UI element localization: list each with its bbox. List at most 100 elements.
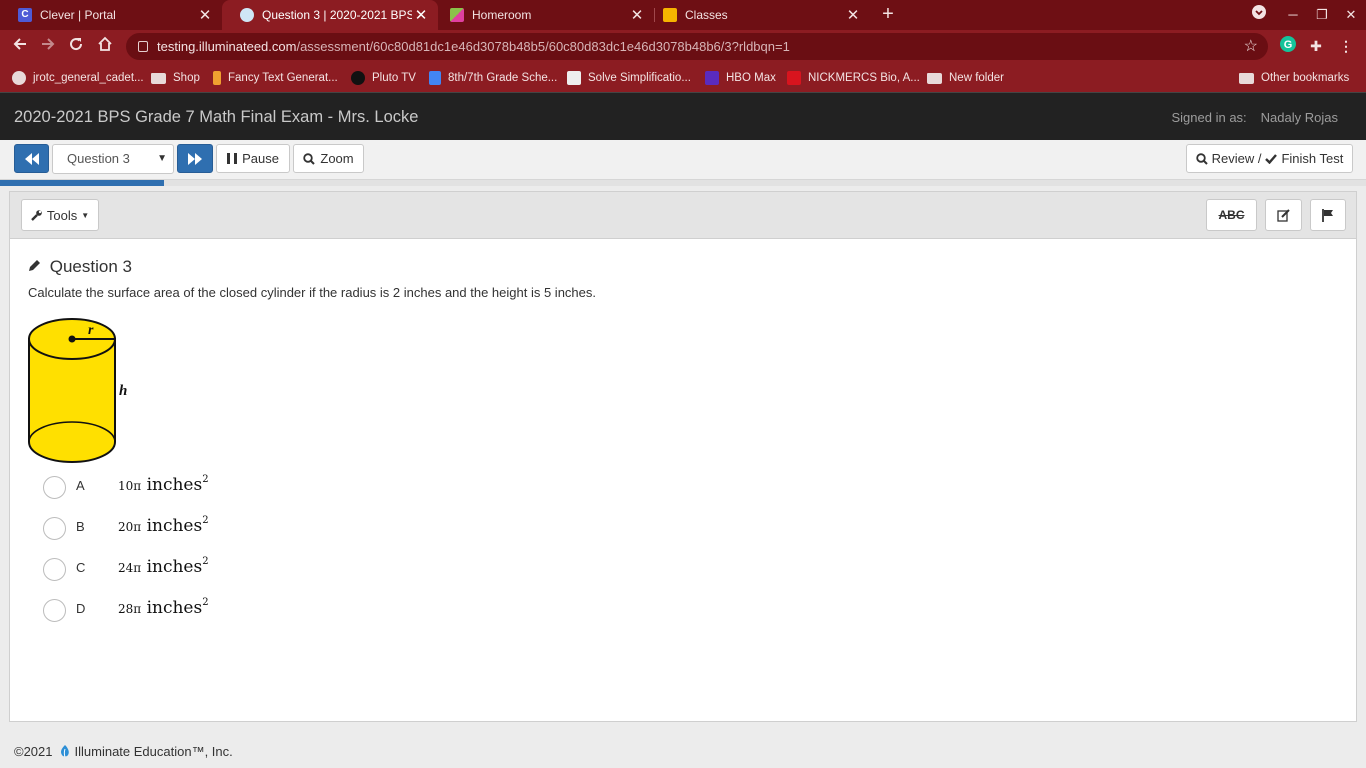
choice-coefficient: 28π [118, 602, 142, 616]
question-panel: Tools ▼ ABC Question 3 Calculate the sur… [9, 191, 1357, 722]
bookmark-label: New folder [949, 72, 1004, 84]
minimize-icon[interactable]: ─ [1278, 0, 1308, 30]
test-progress-bar [0, 180, 1366, 186]
bookmark-label: Shop [173, 72, 200, 84]
bookmark-jrotc[interactable]: jrotc_general_cadet... [12, 68, 144, 88]
browser-menu-icon[interactable]: ⋮ [1336, 36, 1356, 56]
flag-button[interactable] [1310, 199, 1346, 231]
bookmark-label: Solve Simplificatio... [588, 72, 691, 84]
caret-down-icon: ▼ [81, 210, 90, 220]
zoom-button[interactable]: Zoom [293, 144, 364, 173]
tab-title: Homeroom [472, 8, 532, 22]
bookmark-solve[interactable]: Solve Simplificatio... [567, 68, 691, 88]
cylinder-diagram: r h [28, 318, 127, 463]
url-host: testing.illuminateed.com [157, 39, 297, 54]
radius-label: r [88, 323, 94, 338]
folder-icon [151, 72, 166, 84]
radio-button[interactable] [43, 516, 66, 540]
pause-icon [227, 153, 238, 164]
notes-button[interactable] [1265, 199, 1302, 231]
bookmark-label: Fancy Text Generat... [228, 72, 338, 84]
other-bookmarks[interactable]: Other bookmarks [1239, 68, 1349, 88]
finish-label: Finish Test [1281, 151, 1344, 166]
extensions-puzzle-icon[interactable]: ✚ [1306, 36, 1326, 56]
answer-choice-b[interactable]: B 20π inches2 [43, 514, 209, 542]
bookmark-fancy-text[interactable]: Fancy Text Generat... [213, 68, 338, 88]
bookmark-star-icon[interactable]: ☆ [1244, 33, 1258, 60]
pluto-tv-icon [351, 71, 365, 85]
radio-button[interactable] [43, 557, 66, 581]
bookmark-label: jrotc_general_cadet... [33, 72, 144, 84]
flag-icon [1322, 208, 1333, 222]
answer-choice-a[interactable]: A 10π inches2 [43, 473, 209, 501]
review-finish-button[interactable]: Review / Finish Test [1186, 144, 1353, 173]
copyright-notice: ©2021 Illuminate Education™, Inc. [14, 744, 233, 759]
close-icon[interactable]: ✕ [628, 6, 646, 24]
tab-homeroom[interactable]: Homeroom ✕ [432, 0, 654, 30]
bookmark-shop[interactable]: Shop [151, 68, 200, 88]
new-tab-icon[interactable]: + [876, 4, 900, 26]
reload-icon[interactable] [63, 34, 89, 60]
tools-label: Tools [46, 207, 78, 223]
choice-letter: C [76, 560, 86, 575]
exam-header: 2020-2021 BPS Grade 7 Math Final Exam - … [0, 92, 1366, 140]
tab-classes[interactable]: Classes ✕ [645, 0, 870, 30]
wrench-icon [31, 210, 42, 221]
bookmark-new-folder[interactable]: New folder [927, 68, 1004, 88]
signed-in-info: Signed in as: Nadaly Rojas [1172, 110, 1339, 125]
bookmark-label: 8th/7th Grade Sche... [448, 72, 558, 84]
forward-arrow-icon[interactable] [35, 34, 61, 60]
bookmark-label: HBO Max [726, 72, 776, 84]
previous-question-button[interactable] [14, 144, 49, 173]
address-url: testing.illuminateed.com/assessment/60c8… [157, 33, 790, 60]
question-toolbar: Tools ▼ ABC [10, 192, 1356, 239]
grammarly-icon[interactable]: G [1278, 36, 1298, 56]
answer-choice-c[interactable]: C 24π inches2 [43, 555, 209, 583]
choice-exponent: 2 [202, 556, 209, 567]
next-question-button[interactable] [177, 144, 213, 173]
tab-question-3[interactable]: Question 3 | 2020-2021 BPS Grade ✕ [222, 0, 438, 30]
choice-coefficient: 10π [118, 479, 142, 493]
globe-icon [12, 71, 26, 85]
question-select-value: Question 3 [67, 151, 130, 166]
tools-dropdown-button[interactable]: Tools ▼ [21, 199, 99, 231]
restore-icon[interactable]: ❐ [1307, 0, 1337, 30]
close-icon[interactable]: ✕ [844, 6, 862, 24]
question-select[interactable]: Question 3 ▼ [52, 144, 174, 174]
tab-title: Classes [685, 8, 728, 22]
bookmark-hbo-max[interactable]: HBO Max [705, 68, 776, 88]
review-label: Review / [1211, 151, 1262, 166]
tab-title: Clever | Portal [40, 8, 116, 22]
company-name: Illuminate Education™, Inc. [74, 744, 233, 759]
pause-button[interactable]: Pause [216, 144, 290, 173]
chevron-down-icon: ▼ [157, 153, 167, 164]
bookmark-pluto-tv[interactable]: Pluto TV [351, 68, 416, 88]
bookmark-nickmercs[interactable]: NICKMERCS Bio, A... [787, 68, 920, 88]
answer-choice-d[interactable]: D 28π inches2 [43, 596, 209, 624]
radio-button[interactable] [43, 475, 66, 499]
choice-answer: 10π inches2 [118, 474, 209, 495]
address-bar[interactable]: testing.illuminateed.com/assessment/60c8… [126, 33, 1268, 60]
close-icon[interactable]: ✕ [196, 6, 214, 24]
home-icon[interactable] [92, 34, 118, 60]
bookmark-label: Pluto TV [372, 72, 416, 84]
google-docs-icon [429, 71, 441, 85]
choice-unit: inches [146, 516, 203, 536]
tab-search-icon[interactable] [1244, 0, 1274, 30]
bookmark-grade-schedule[interactable]: 8th/7th Grade Sche... [429, 68, 557, 88]
choice-letter: D [76, 601, 86, 616]
question-title-text: Question 3 [49, 257, 132, 276]
nickmercs-icon [787, 71, 801, 85]
svg-text:G: G [1284, 39, 1293, 51]
close-icon[interactable]: ✕ [412, 6, 430, 24]
back-arrow-icon[interactable] [7, 34, 33, 60]
radio-button[interactable] [43, 598, 66, 622]
fancy-text-icon [213, 71, 221, 85]
tab-clever-portal[interactable]: C Clever | Portal ✕ [0, 0, 222, 30]
strikethrough-button[interactable]: ABC [1206, 199, 1257, 231]
window-close-icon[interactable]: ✕ [1336, 0, 1366, 30]
copyright-year: ©2021 [14, 744, 53, 759]
choice-unit: inches [146, 475, 203, 495]
illuminate-icon [240, 8, 254, 22]
search-icon [303, 152, 316, 165]
